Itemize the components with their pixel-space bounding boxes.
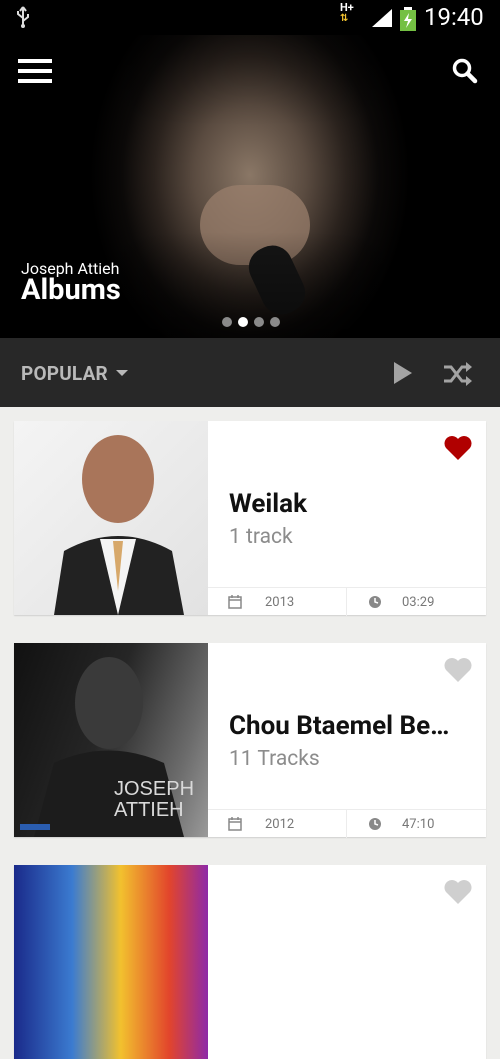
menu-icon[interactable] <box>18 59 54 83</box>
track-count: 1 track <box>229 525 293 549</box>
hero-banner[interactable]: Joseph Attieh Albums <box>0 35 500 338</box>
clock: 19:40 <box>424 3 484 31</box>
search-icon[interactable] <box>452 58 478 84</box>
signal-icon <box>370 7 394 33</box>
track-count: 11 Tracks <box>229 747 320 771</box>
favorite-heart-icon[interactable] <box>444 879 472 905</box>
play-icon <box>394 362 412 384</box>
play-all-button[interactable] <box>393 361 413 389</box>
dropdown-caret-icon[interactable] <box>116 370 128 376</box>
page-indicator <box>222 312 286 331</box>
shuffle-icon <box>444 362 472 386</box>
usb-icon <box>14 6 32 32</box>
clock-icon <box>368 816 382 835</box>
album-card[interactable]: Weilak 1 track 2013 03:29 <box>14 421 486 616</box>
clock-icon <box>368 594 382 613</box>
calendar-icon <box>228 594 242 613</box>
sort-dropdown[interactable]: POPULAR <box>21 362 108 385</box>
page-dot[interactable] <box>254 317 264 327</box>
album-duration: 47:10 <box>402 817 435 832</box>
release-year: 2012 <box>265 817 295 832</box>
album-title: Chou Btaemel Be… <box>229 711 450 741</box>
svg-text:ATTIEH: ATTIEH <box>114 799 184 821</box>
album-cover[interactable]: JOSEPH ATTIEH <box>14 643 208 837</box>
page-dot[interactable] <box>222 317 232 327</box>
album-meta: 2012 47:10 <box>208 809 486 838</box>
favorite-heart-icon[interactable] <box>444 657 472 683</box>
album-duration: 03:29 <box>402 595 435 610</box>
album-card[interactable]: JOSEPH ATTIEH Chou Btaemel Be… 11 Tracks… <box>14 643 486 838</box>
page-dot[interactable] <box>270 317 280 327</box>
album-cover[interactable] <box>14 421 208 615</box>
status-bar: H+ ⇅ 19:40 <box>0 0 500 35</box>
album-title: Weilak <box>229 489 307 519</box>
battery-icon <box>399 7 417 35</box>
shuffle-button[interactable] <box>443 362 473 390</box>
album-meta: 2013 03:29 <box>208 587 486 616</box>
svg-text:JOSEPH: JOSEPH <box>114 778 194 800</box>
sort-toolbar: POPULAR <box>0 338 500 407</box>
favorite-heart-icon[interactable] <box>444 435 472 461</box>
calendar-icon <box>228 816 242 835</box>
page-dot-active[interactable] <box>238 317 248 327</box>
album-cover[interactable] <box>14 865 208 1059</box>
release-year: 2013 <box>265 595 295 610</box>
network-indicator: H+ ⇅ <box>340 1 354 24</box>
album-card[interactable] <box>14 865 486 1059</box>
page-title: Albums <box>21 273 121 307</box>
